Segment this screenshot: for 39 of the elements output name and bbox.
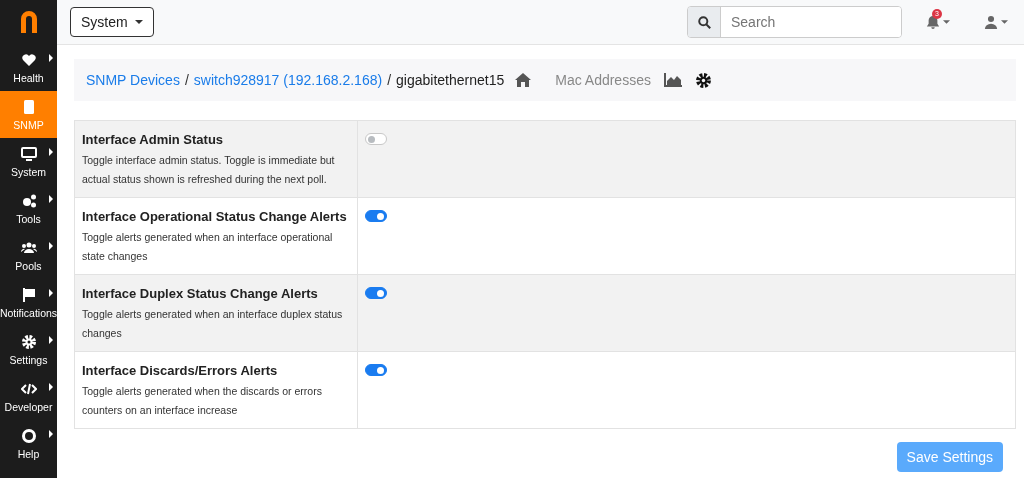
toggle-switch[interactable] — [365, 133, 387, 145]
toggle-switch[interactable] — [365, 364, 387, 376]
search-icon — [697, 15, 711, 29]
setting-title: Interface Admin Status — [82, 131, 225, 149]
breadcrumb-separator: / — [387, 72, 392, 88]
caret-icon — [943, 20, 950, 24]
sidebar-item[interactable]: Help — [0, 420, 57, 467]
sidebar-item[interactable]: Settings — [0, 326, 57, 373]
search-button[interactable] — [688, 7, 721, 37]
sidebar-item[interactable]: Pools — [0, 232, 57, 279]
sidebar-item[interactable]: Notifications — [0, 279, 57, 326]
caret-icon — [1001, 20, 1008, 24]
setting-title: Interface Duplex Status Change Alerts — [82, 285, 319, 303]
setting-description: Toggle interface admin status. Toggle is immediate but actual status shown is refreshed during the next poll. — [82, 153, 336, 187]
user-icon — [984, 15, 998, 29]
sidebar-item[interactable]: System — [0, 138, 57, 185]
heart-icon — [20, 51, 37, 68]
toggle-switch[interactable] — [365, 210, 387, 222]
flag-icon — [20, 286, 37, 303]
setting-description: Toggle alerts generated when the discards or errors counters on an interface increase — [82, 384, 323, 418]
setting-title: Interface Discards/Errors Alerts — [82, 362, 279, 380]
setting-title: Interface Operational Status Change Alerts — [82, 208, 348, 226]
home-icon[interactable] — [514, 72, 533, 88]
sidebar-item[interactable]: Health — [0, 44, 57, 91]
setting-description: Toggle alerts generated when an interface operational state changes — [82, 230, 334, 264]
system-dropdown[interactable]: System — [70, 7, 154, 37]
setting-description: Toggle alerts generated when an interface duplex status changes — [82, 307, 344, 341]
caret-icon — [134, 20, 143, 24]
monitor-icon — [20, 145, 37, 162]
area-chart-icon[interactable] — [663, 73, 682, 87]
breadcrumb-current: gigabitethernet15 — [396, 72, 505, 88]
breadcrumb-link[interactable]: switch928917 (192.168.2.168) — [193, 72, 383, 88]
breadcrumb-link[interactable]: SNMP Devices — [86, 72, 180, 88]
toggle-switch[interactable] — [365, 287, 387, 299]
search-field[interactable]: Search — [687, 6, 902, 38]
logo-icon — [18, 11, 39, 33]
sidebar-item[interactable]: Developer — [0, 373, 57, 420]
breadcrumb-separator: / — [184, 72, 189, 88]
sidebar-item[interactable]: Tools — [0, 185, 57, 232]
